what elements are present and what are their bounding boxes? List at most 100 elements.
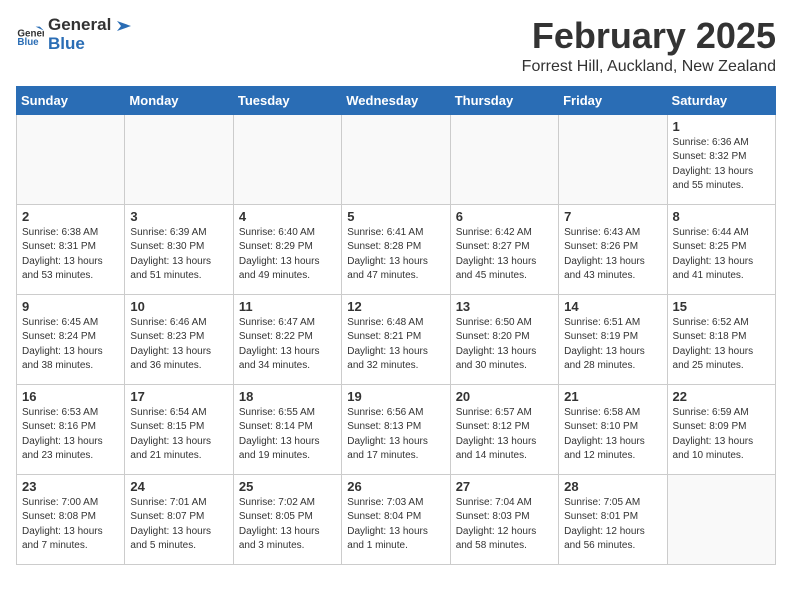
weekday-header: Wednesday	[342, 86, 450, 114]
day-number: 2	[22, 209, 119, 224]
calendar-week-row: 1 Sunrise: 6:36 AM Sunset: 8:32 PM Daylig…	[17, 114, 776, 204]
day-info: Sunrise: 6:43 AM Sunset: 8:26 PM Dayligh…	[564, 226, 661, 284]
day-number: 3	[130, 209, 227, 224]
calendar-cell: 11 Sunrise: 6:47 AM Sunset: 8:22 PM Dayli…	[233, 294, 341, 384]
calendar-cell: 13Sunrise: 6:50 AM Sunset: 8:20 PM Dayli…	[450, 294, 558, 384]
day-info: Sunrise: 6:55 AM Sunset: 8:14 PM Dayligh…	[239, 406, 336, 464]
day-number: 4	[239, 209, 336, 224]
weekday-header: Saturday	[667, 86, 775, 114]
calendar-table: SundayMondayTuesdayWednesdayThursdayFrid…	[16, 86, 776, 565]
calendar-cell: 1 Sunrise: 6:36 AM Sunset: 8:32 PM Daylig…	[667, 114, 775, 204]
weekday-header: Monday	[125, 86, 233, 114]
calendar-cell: 28Sunrise: 7:05 AM Sunset: 8:01 PM Dayli…	[559, 474, 667, 564]
calendar-cell: 7 Sunrise: 6:43 AM Sunset: 8:26 PM Daylig…	[559, 204, 667, 294]
day-number: 18	[239, 389, 336, 404]
day-info: Sunrise: 6:44 AM Sunset: 8:25 PM Dayligh…	[673, 226, 770, 284]
calendar-week-row: 23 Sunrise: 7:00 AM Sunset: 8:08 PM Dayli…	[17, 474, 776, 564]
day-number: 23	[22, 479, 119, 494]
calendar-cell	[559, 114, 667, 204]
calendar-cell: 2 Sunrise: 6:38 AM Sunset: 8:31 PM Daylig…	[17, 204, 125, 294]
calendar-week-row: 2 Sunrise: 6:38 AM Sunset: 8:31 PM Daylig…	[17, 204, 776, 294]
day-number: 27	[456, 479, 553, 494]
day-info: Sunrise: 6:52 AM Sunset: 8:18 PM Dayligh…	[673, 316, 770, 374]
day-number: 11	[239, 299, 336, 314]
calendar-cell: 10 Sunrise: 6:46 AM Sunset: 8:23 PM Dayli…	[125, 294, 233, 384]
day-number: 21	[564, 389, 661, 404]
logo-blue: Blue	[48, 35, 131, 54]
calendar-cell: 8 Sunrise: 6:44 AM Sunset: 8:25 PM Daylig…	[667, 204, 775, 294]
calendar-cell: 16 Sunrise: 6:53 AM Sunset: 8:16 PM Dayli…	[17, 384, 125, 474]
day-number: 7	[564, 209, 661, 224]
day-info: Sunrise: 6:48 AM Sunset: 8:21 PM Dayligh…	[347, 316, 444, 374]
day-number: 6	[456, 209, 553, 224]
logo-arrow-icon	[113, 17, 131, 35]
day-number: 24	[130, 479, 227, 494]
day-number: 1	[673, 119, 770, 134]
day-number: 5	[347, 209, 444, 224]
day-number: 22	[673, 389, 770, 404]
day-info: Sunrise: 6:39 AM Sunset: 8:30 PM Dayligh…	[130, 226, 227, 284]
calendar-cell: 9Sunrise: 6:45 AM Sunset: 8:24 PM Daylig…	[17, 294, 125, 384]
day-info: Sunrise: 6:50 AM Sunset: 8:20 PM Dayligh…	[456, 316, 553, 374]
day-info: Sunrise: 6:58 AM Sunset: 8:10 PM Dayligh…	[564, 406, 661, 464]
day-number: 17	[130, 389, 227, 404]
calendar-cell: 18 Sunrise: 6:55 AM Sunset: 8:14 PM Dayli…	[233, 384, 341, 474]
svg-text:Blue: Blue	[17, 36, 39, 47]
day-number: 14	[564, 299, 661, 314]
day-info: Sunrise: 7:02 AM Sunset: 8:05 PM Dayligh…	[239, 496, 336, 554]
day-info: Sunrise: 6:47 AM Sunset: 8:22 PM Dayligh…	[239, 316, 336, 374]
weekday-header: Friday	[559, 86, 667, 114]
calendar-cell: 14 Sunrise: 6:51 AM Sunset: 8:19 PM Dayli…	[559, 294, 667, 384]
calendar-cell: 19 Sunrise: 6:56 AM Sunset: 8:13 PM Dayli…	[342, 384, 450, 474]
calendar-cell: 27 Sunrise: 7:04 AM Sunset: 8:03 PM Dayli…	[450, 474, 558, 564]
weekday-header: Sunday	[17, 86, 125, 114]
calendar-cell: 26 Sunrise: 7:03 AM Sunset: 8:04 PM Dayli…	[342, 474, 450, 564]
weekday-header: Tuesday	[233, 86, 341, 114]
day-info: Sunrise: 6:54 AM Sunset: 8:15 PM Dayligh…	[130, 406, 227, 464]
calendar-cell: 6 Sunrise: 6:42 AM Sunset: 8:27 PM Daylig…	[450, 204, 558, 294]
calendar-cell: 20Sunrise: 6:57 AM Sunset: 8:12 PM Dayli…	[450, 384, 558, 474]
day-number: 19	[347, 389, 444, 404]
title-section: February 2025 Forrest Hill, Auckland, Ne…	[522, 16, 776, 76]
logo-wordmark: General Blue	[48, 16, 131, 53]
calendar-cell: 22 Sunrise: 6:59 AM Sunset: 8:09 PM Dayli…	[667, 384, 775, 474]
month-year-title: February 2025	[522, 16, 776, 56]
logo: General Blue General Blue	[16, 16, 131, 53]
weekday-header: Thursday	[450, 86, 558, 114]
day-info: Sunrise: 6:38 AM Sunset: 8:31 PM Dayligh…	[22, 226, 119, 284]
weekday-header-row: SundayMondayTuesdayWednesdayThursdayFrid…	[17, 86, 776, 114]
calendar-cell: 17 Sunrise: 6:54 AM Sunset: 8:15 PM Dayli…	[125, 384, 233, 474]
calendar-cell: 25 Sunrise: 7:02 AM Sunset: 8:05 PM Dayli…	[233, 474, 341, 564]
day-info: Sunrise: 6:46 AM Sunset: 8:23 PM Dayligh…	[130, 316, 227, 374]
day-info: Sunrise: 7:04 AM Sunset: 8:03 PM Dayligh…	[456, 496, 553, 554]
day-number: 25	[239, 479, 336, 494]
day-info: Sunrise: 6:36 AM Sunset: 8:32 PM Dayligh…	[673, 136, 770, 194]
calendar-cell	[342, 114, 450, 204]
day-number: 10	[130, 299, 227, 314]
day-info: Sunrise: 6:56 AM Sunset: 8:13 PM Dayligh…	[347, 406, 444, 464]
calendar-cell	[125, 114, 233, 204]
day-number: 12	[347, 299, 444, 314]
calendar-cell: 23 Sunrise: 7:00 AM Sunset: 8:08 PM Dayli…	[17, 474, 125, 564]
day-number: 26	[347, 479, 444, 494]
calendar-cell: 3 Sunrise: 6:39 AM Sunset: 8:30 PM Daylig…	[125, 204, 233, 294]
day-number: 28	[564, 479, 661, 494]
day-info: Sunrise: 6:59 AM Sunset: 8:09 PM Dayligh…	[673, 406, 770, 464]
calendar-cell	[17, 114, 125, 204]
calendar-cell	[450, 114, 558, 204]
calendar-cell	[233, 114, 341, 204]
day-info: Sunrise: 6:42 AM Sunset: 8:27 PM Dayligh…	[456, 226, 553, 284]
location-subtitle: Forrest Hill, Auckland, New Zealand	[522, 58, 776, 76]
day-info: Sunrise: 7:00 AM Sunset: 8:08 PM Dayligh…	[22, 496, 119, 554]
day-info: Sunrise: 6:40 AM Sunset: 8:29 PM Dayligh…	[239, 226, 336, 284]
day-info: Sunrise: 6:51 AM Sunset: 8:19 PM Dayligh…	[564, 316, 661, 374]
day-info: Sunrise: 7:01 AM Sunset: 8:07 PM Dayligh…	[130, 496, 227, 554]
calendar-week-row: 16 Sunrise: 6:53 AM Sunset: 8:16 PM Dayli…	[17, 384, 776, 474]
day-info: Sunrise: 7:03 AM Sunset: 8:04 PM Dayligh…	[347, 496, 444, 554]
day-number: 16	[22, 389, 119, 404]
day-info: Sunrise: 6:53 AM Sunset: 8:16 PM Dayligh…	[22, 406, 119, 464]
day-number: 8	[673, 209, 770, 224]
calendar-cell: 24 Sunrise: 7:01 AM Sunset: 8:07 PM Dayli…	[125, 474, 233, 564]
day-info: Sunrise: 6:57 AM Sunset: 8:12 PM Dayligh…	[456, 406, 553, 464]
calendar-cell: 21 Sunrise: 6:58 AM Sunset: 8:10 PM Dayli…	[559, 384, 667, 474]
